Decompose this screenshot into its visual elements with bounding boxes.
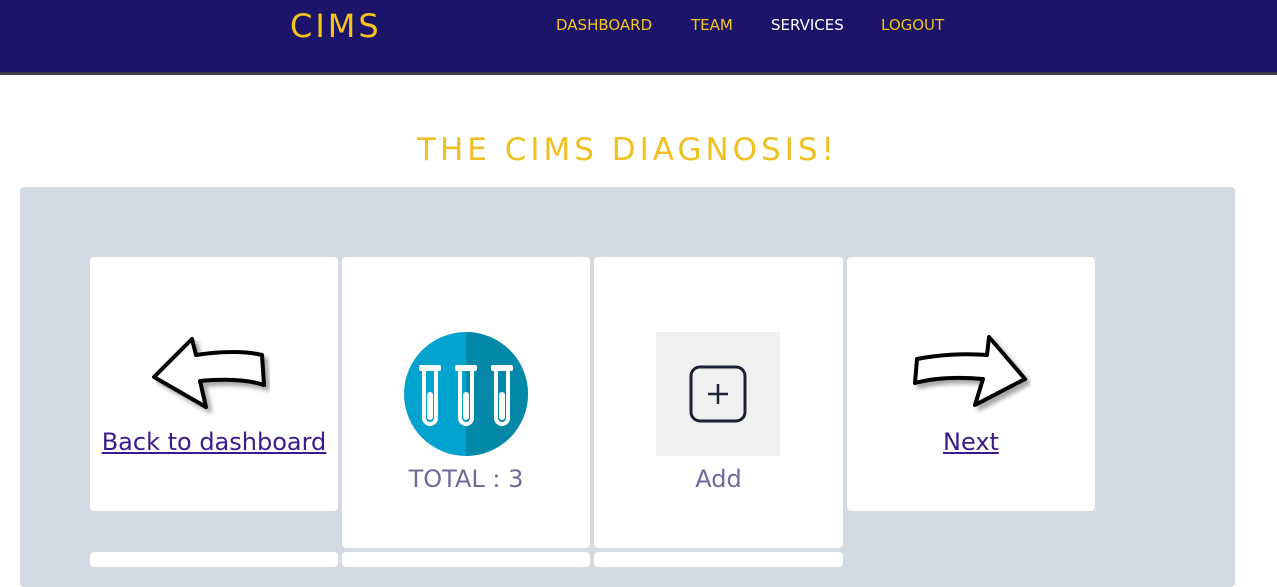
arrow-right-icon (913, 335, 1027, 407)
card-row2-3 (594, 552, 843, 567)
total-count-label: TOTAL : 3 (408, 465, 524, 493)
next-card[interactable]: Next (847, 257, 1095, 511)
nav-link-team[interactable]: TEAM (691, 16, 733, 34)
page-title: THE CIMS DIAGNOSIS! (417, 132, 838, 168)
add-icon-box[interactable] (656, 332, 780, 456)
back-card[interactable]: Back to dashboard (90, 257, 338, 511)
plus-square-icon (689, 365, 747, 423)
add-card[interactable]: Add (594, 257, 843, 548)
test-tubes-icon (404, 332, 528, 456)
brand-logo[interactable]: CIMS (290, 7, 382, 45)
arrow-left-icon (152, 337, 266, 409)
back-to-dashboard-link[interactable]: Back to dashboard (90, 428, 338, 456)
nav-link-services[interactable]: SERVICES (771, 16, 844, 34)
next-link[interactable]: Next (847, 428, 1095, 456)
card-row2-1 (90, 552, 338, 567)
nav-link-logout[interactable]: LOGOUT (881, 16, 944, 34)
total-card: TOTAL : 3 (342, 257, 590, 548)
add-label[interactable]: Add (594, 465, 843, 493)
nav-link-dashboard[interactable]: DASHBOARD (556, 16, 652, 34)
card-row2-2 (342, 552, 590, 567)
navbar: CIMS DASHBOARD TEAM SERVICES LOGOUT (0, 0, 1277, 75)
